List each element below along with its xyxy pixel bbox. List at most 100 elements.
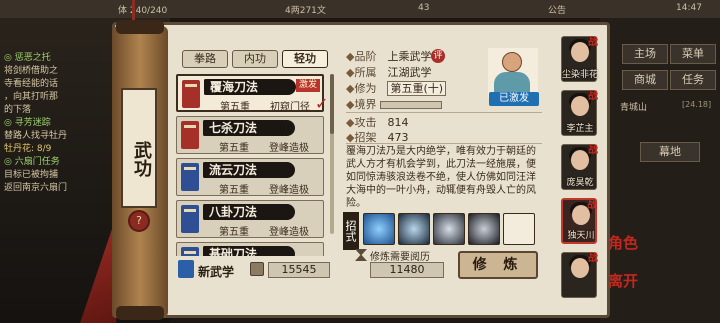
skill-name: 流云刀法: [209, 163, 258, 177]
attack-value: 814: [387, 116, 409, 129]
rod-cap-bottom: [116, 306, 164, 320]
main-button[interactable]: 主场: [622, 44, 668, 64]
rod-cap-top: [116, 20, 164, 34]
battle-mark-icon: 战: [588, 253, 598, 264]
skill-points-value: 15545: [268, 262, 330, 278]
realm-row: ◆境界: [346, 96, 442, 112]
skill-item[interactable]: 七杀刀法 第五重 登峰造极: [176, 116, 324, 154]
move-slot-3[interactable]: [433, 213, 465, 245]
move-slot-1[interactable]: [363, 213, 395, 245]
train-cost-value: 11480: [370, 262, 444, 278]
skill-name: 覆海刀法: [210, 80, 259, 94]
quest-line: 将剑桥借助之: [4, 66, 59, 76]
battle-mark-icon: 战: [588, 145, 598, 156]
quest-tracker[interactable]: ◎ 惩恶之托 将剑桥借助之 寺看经能的话 ，向其打听那 的下落 ◎ 寻芳迷踪 替…: [4, 52, 104, 195]
attack-key: 攻击: [354, 116, 377, 129]
companion-name: 李芷主: [566, 124, 594, 134]
region-button[interactable]: 幕地: [640, 142, 700, 162]
skill-name: 七杀刀法: [209, 121, 258, 135]
skill-level: 第五重: [220, 102, 250, 113]
quest-title: ◎ 六扇门任务: [4, 157, 60, 167]
gem-readout: 43: [418, 3, 430, 13]
skill-list-scrollbar[interactable]: [330, 74, 334, 234]
skill-description: 覆海刀法乃是大内绝学，唯有效力于朝廷的武人方才有机会学到，此刀法一经施展，便如同…: [346, 146, 536, 209]
companion-card[interactable]: 战: [561, 252, 598, 298]
cultivation-value: 第五重(十): [387, 81, 447, 96]
battle-mark-icon: 战: [588, 37, 598, 48]
tab-fist[interactable]: 拳路: [182, 50, 228, 68]
skill-level: 第五重: [219, 227, 249, 238]
clock: 14:47: [676, 3, 702, 13]
skill-status: 登峰造极: [269, 143, 309, 154]
move-slot-4[interactable]: [468, 213, 500, 245]
train-cost-label: 修炼需要阅历: [370, 252, 430, 263]
companion-card[interactable]: 战 庞昊乾: [561, 144, 598, 190]
character-seal-button[interactable]: 角色: [608, 232, 638, 253]
skill-status: 登峰造极: [269, 227, 309, 238]
face: [571, 150, 589, 170]
top-status-bar: 体 240/240 4两271文 43 公告 14:47: [0, 0, 720, 18]
quest-title: ◎ 惩恶之托: [4, 53, 51, 63]
book-coin-icon: [250, 262, 264, 276]
tab-light-skill[interactable]: 轻功: [282, 50, 328, 68]
skill-list[interactable]: 覆海刀法 激发 第五重 初窥门径 ✓ 七杀刀法 第五重 登峰造极 流云刀法 第五…: [176, 72, 328, 256]
quest-line: 的下落: [4, 105, 32, 115]
blue-book-icon: [181, 205, 199, 233]
face: [571, 42, 589, 62]
skill-level: 第五重: [219, 185, 249, 196]
skill-item[interactable]: 基础刀法: [176, 242, 324, 256]
skill-level: 第五重: [219, 143, 249, 154]
blue-book-icon: [181, 247, 199, 256]
red-book-icon: [182, 80, 200, 108]
cultivation-key: 修为: [354, 82, 377, 95]
rank-row: ◆品阶 上乘武学: [346, 50, 432, 63]
monk-head: [502, 52, 522, 72]
rank-value: 上乘武学: [387, 50, 432, 63]
shop-button[interactable]: 商城: [622, 70, 668, 90]
companion-card[interactable]: 战 李芷主: [561, 90, 598, 136]
quest-line: 牡丹花: 8/9: [4, 144, 52, 154]
faction-value: 江湖武学: [387, 66, 432, 79]
attack-row: ◆攻击 814: [346, 116, 409, 129]
faction-row: ◆所属 江湖武学: [346, 66, 432, 79]
leave-seal-button[interactable]: 离开: [608, 270, 638, 291]
companion-card[interactable]: 战 独天川: [561, 198, 597, 244]
menu-button[interactable]: 菜单: [670, 44, 716, 64]
move-slot-5[interactable]: [503, 213, 535, 245]
realm-progress-bar: [379, 101, 442, 109]
skill-name: 基础刀法: [209, 247, 258, 256]
help-icon[interactable]: ?: [128, 210, 150, 232]
face: [571, 96, 589, 116]
companion-name: 独天川: [567, 231, 595, 241]
quest-line: 返回南京六扇门: [4, 183, 68, 193]
companion-name: 尘染非花: [562, 70, 599, 80]
cultivation-row: ◆修为 第五重(十): [346, 80, 447, 96]
companion-name: 庞昊乾: [566, 178, 594, 188]
companion-card[interactable]: 战 尘染非花: [561, 36, 599, 82]
divider: [346, 112, 542, 113]
tab-inner-skill[interactable]: 内功: [232, 50, 278, 68]
quest-line: 目标已被拘捕: [4, 170, 59, 180]
skill-item[interactable]: 流云刀法 第五重 登峰造极: [176, 158, 324, 196]
location-label: 青城山: [620, 103, 648, 113]
faction-key: 所属: [354, 66, 377, 79]
money-readout: 4两271文: [285, 6, 326, 16]
quest-line: ，向其打听那: [4, 92, 59, 102]
quest-title: ◎ 寻芳迷踪: [4, 118, 51, 128]
skill-status: 登峰造极: [269, 185, 309, 196]
skill-item[interactable]: 覆海刀法 激发 第五重 初窥门径 ✓: [176, 74, 328, 113]
quest-line: 替路人找寻牡丹: [4, 131, 68, 141]
train-button[interactable]: 修 炼: [458, 251, 538, 279]
rating-badge[interactable]: 评: [431, 49, 445, 63]
coordinate-hint: [24.18]: [682, 100, 712, 109]
task-button[interactable]: 任务: [670, 70, 716, 90]
moves-label: 招式: [343, 212, 359, 250]
divider: [346, 143, 542, 144]
check-icon: ✓: [315, 94, 328, 113]
notice-button[interactable]: 公告: [548, 3, 566, 16]
blue-book-icon: [181, 163, 199, 191]
move-slot-2[interactable]: [398, 213, 430, 245]
skill-status: 初窥门径: [270, 102, 310, 113]
new-skill-button[interactable]: 新武学: [198, 263, 234, 280]
skill-item[interactable]: 八卦刀法 第五重 登峰造极: [176, 200, 324, 238]
